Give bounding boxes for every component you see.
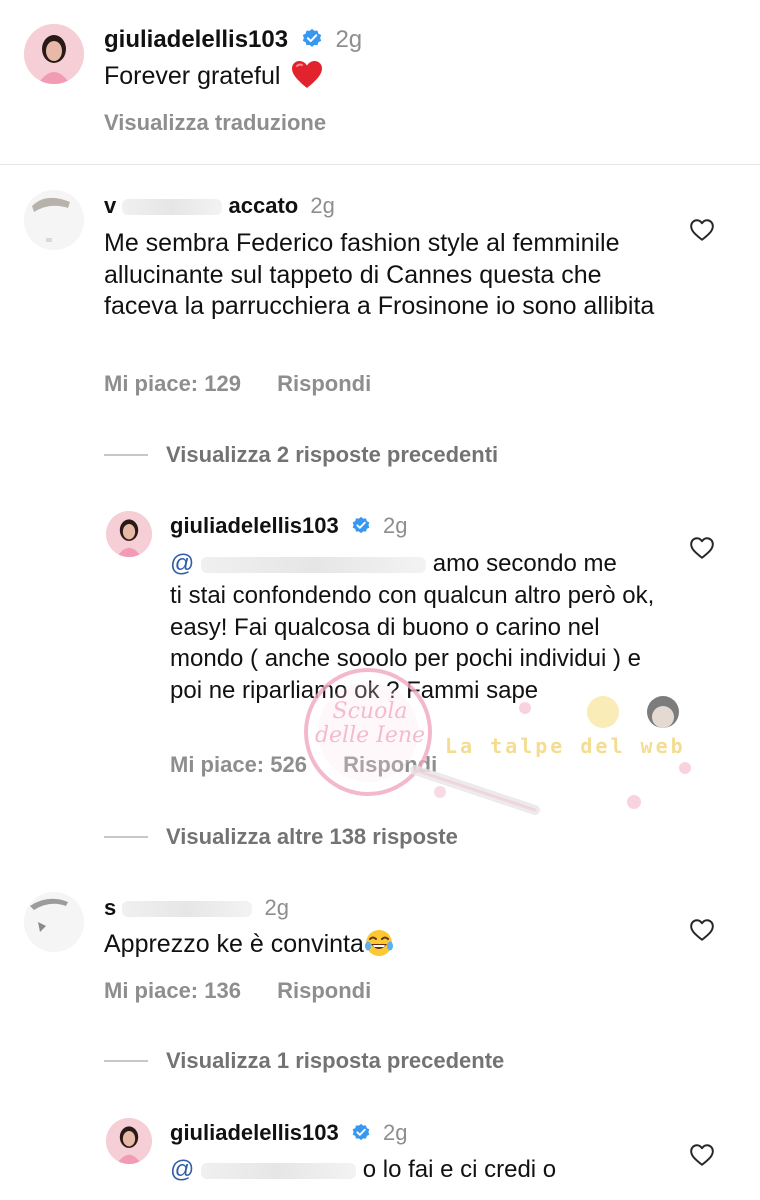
likes-count[interactable]: Mi piace: 526: [170, 752, 307, 777]
username-tail[interactable]: accato: [229, 193, 299, 218]
likes-count[interactable]: Mi piace: 129: [104, 371, 241, 396]
reply-meta: Mi piace: 526 Rispondi: [170, 752, 467, 778]
comment-meta: Mi piace: 136 Rispondi: [104, 978, 401, 1004]
blurred-mention: [201, 556, 427, 573]
comment-meta: Mi piace: 129 Rispondi: [104, 371, 401, 397]
mention-link[interactable]: @: [170, 1156, 194, 1183]
username-text[interactable]: giuliadelellis103: [104, 26, 288, 53]
comment-text: Forever grateful: [104, 60, 323, 93]
blurred-username-part: [122, 199, 223, 216]
blurred-username-part: [122, 901, 253, 918]
avatar-giuliadelellis[interactable]: [24, 24, 84, 84]
reply-text: ti stai confondendo con qualcun altro pe…: [170, 582, 655, 704]
blurred-mention: [201, 1162, 357, 1179]
heart-outline-icon[interactable]: [689, 1142, 715, 1168]
watermark-tag: La talpe del web: [445, 734, 686, 758]
thread-line: [104, 454, 148, 456]
view-previous-replies[interactable]: Visualizza 2 risposte precedenti: [104, 442, 498, 468]
reply-text-first-line: @ o lo fai e ci credi o: [170, 1154, 556, 1186]
verified-badge-icon: [352, 1123, 370, 1141]
username-text[interactable]: giuliadelellis103: [170, 513, 339, 538]
watermark-script: Scuola delle Iene: [314, 699, 426, 748]
heart-outline-icon[interactable]: [689, 217, 715, 243]
heart-outline-icon[interactable]: [689, 917, 715, 943]
divider: [0, 164, 760, 165]
comment-text: Me sembra Federico fashion style al femm…: [104, 229, 655, 320]
red-heart-emoji: [292, 61, 323, 88]
likes-count[interactable]: Mi piace: 136: [104, 978, 241, 1003]
reply-first-line-tail: amo secondo me: [432, 550, 617, 577]
translate-link[interactable]: Visualizza traduzione: [104, 110, 326, 136]
view-previous-label[interactable]: Visualizza 2 risposte precedenti: [166, 442, 498, 468]
reply-username[interactable]: giuliadelellis103 2g: [170, 1120, 407, 1146]
comment-time: 2g: [335, 26, 363, 53]
reply-text-first-line: @ amo secondo me: [170, 548, 617, 580]
reply-button[interactable]: Rispondi: [277, 371, 371, 396]
thread-line: [104, 836, 148, 838]
reply-button[interactable]: Rispondi: [277, 978, 371, 1003]
reply-first-line-tail: o lo fai e ci credi o: [362, 1156, 557, 1183]
comment-time: 2g: [264, 895, 289, 920]
username-text[interactable]: v: [104, 193, 116, 218]
comment-username[interactable]: v accato 2g: [104, 193, 335, 219]
verified-badge-icon: [352, 516, 370, 534]
view-more-replies[interactable]: Visualizza altre 138 risposte: [104, 824, 458, 850]
avatar-blurred[interactable]: [24, 190, 84, 250]
username-text[interactable]: s: [104, 895, 116, 920]
username-text[interactable]: giuliadelellis103: [170, 1120, 339, 1145]
comment-text-content: Apprezzo ke è convinta: [104, 930, 364, 958]
reply-time: 2g: [383, 1120, 408, 1145]
avatar-giuliadelellis[interactable]: [106, 1118, 152, 1164]
comment-username[interactable]: giuliadelellis103 2g: [104, 26, 362, 54]
mention-link[interactable]: @: [170, 550, 194, 577]
laughing-emoji: [364, 930, 393, 956]
comment-text: Apprezzo ke è convinta: [104, 928, 394, 961]
reply-button[interactable]: Rispondi: [343, 752, 437, 777]
reply-time: 2g: [383, 513, 408, 538]
reply-username[interactable]: giuliadelellis103 2g: [170, 513, 407, 539]
avatar-giuliadelellis[interactable]: [106, 511, 152, 557]
thread-line: [104, 1060, 148, 1062]
avatar-blurred[interactable]: [24, 892, 84, 952]
comment-time: 2g: [310, 193, 335, 218]
comment-text-content: Forever grateful: [104, 62, 281, 90]
comment-username[interactable]: s 2g: [104, 895, 289, 921]
verified-badge-icon: [302, 28, 321, 47]
view-previous-label[interactable]: Visualizza 1 risposta precedente: [166, 1048, 504, 1074]
view-previous-replies[interactable]: Visualizza 1 risposta precedente: [104, 1048, 504, 1074]
heart-outline-icon[interactable]: [689, 535, 715, 561]
view-more-label[interactable]: Visualizza altre 138 risposte: [166, 824, 458, 850]
